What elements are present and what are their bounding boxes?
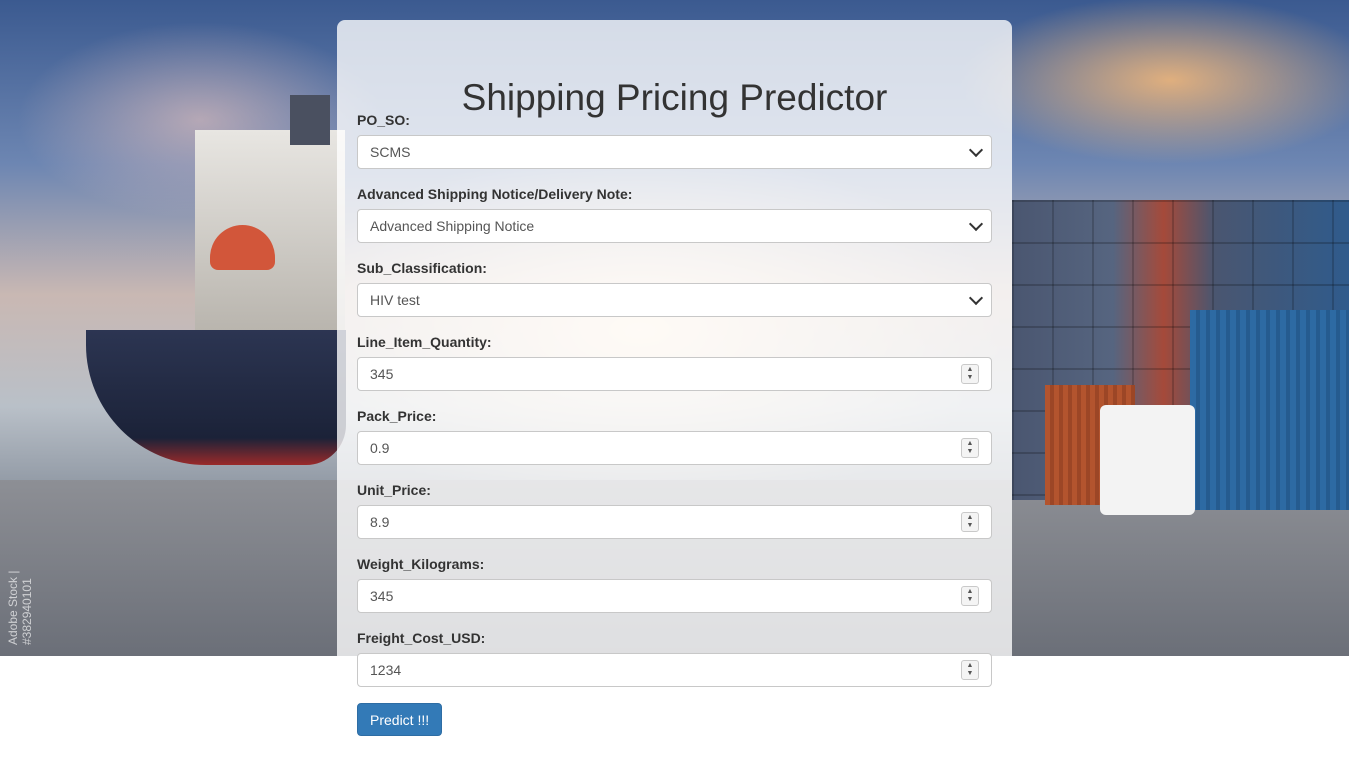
ship-funnel — [290, 95, 330, 145]
po-so-value: SCMS — [370, 144, 411, 160]
freight-cost-field: Freight_Cost_USD: 1234 ▲ ▼ — [357, 628, 992, 687]
po-so-field: PO_SO: SCMS — [357, 110, 992, 169]
freight-cost-input[interactable]: 1234 ▲ ▼ — [357, 653, 992, 687]
pack-price-value: 0.9 — [370, 440, 390, 456]
freight-cost-value: 1234 — [370, 662, 402, 678]
po-so-select[interactable]: SCMS — [357, 135, 992, 169]
weight-kilograms-field: Weight_Kilograms: 345 ▲ ▼ — [357, 554, 992, 613]
sub-classification-value: HIV test — [370, 292, 420, 308]
shipping-notice-select[interactable]: Advanced Shipping Notice — [357, 209, 992, 243]
number-stepper-icon[interactable]: ▲ ▼ — [961, 586, 979, 606]
truck — [1100, 405, 1195, 515]
sub-classification-select[interactable]: HIV test — [357, 283, 992, 317]
unit-price-field: Unit_Price: 8.9 ▲ ▼ — [357, 480, 992, 539]
weight-kilograms-label: Weight_Kilograms: — [357, 556, 485, 572]
unit-price-label: Unit_Price: — [357, 482, 431, 498]
number-stepper-icon[interactable]: ▲ ▼ — [961, 438, 979, 458]
chevron-down-icon — [968, 290, 984, 306]
ship-superstructure — [195, 130, 345, 330]
sub-classification-label: Sub_Classification: — [357, 260, 487, 276]
po-so-label: PO_SO: — [357, 112, 410, 128]
unit-price-input[interactable]: 8.9 ▲ ▼ — [357, 505, 992, 539]
chevron-down-icon — [968, 142, 984, 158]
blue-containers — [1190, 310, 1349, 510]
pack-price-field: Pack_Price: 0.9 ▲ ▼ — [357, 406, 992, 465]
shipping-notice-label: Advanced Shipping Notice/Delivery Note: — [357, 186, 633, 202]
line-item-quantity-input[interactable]: 345 ▲ ▼ — [357, 357, 992, 391]
number-stepper-icon[interactable]: ▲ ▼ — [961, 512, 979, 532]
number-stepper-icon[interactable]: ▲ ▼ — [961, 364, 979, 384]
number-stepper-icon[interactable]: ▲ ▼ — [961, 660, 979, 680]
pack-price-label: Pack_Price: — [357, 408, 437, 424]
shipping-notice-value: Advanced Shipping Notice — [370, 218, 535, 234]
ship-hull — [86, 330, 346, 465]
freight-cost-label: Freight_Cost_USD: — [357, 630, 486, 646]
pack-price-input[interactable]: 0.9 ▲ ▼ — [357, 431, 992, 465]
stock-watermark: Adobe Stock | #382940101 — [6, 570, 34, 646]
weight-kilograms-input[interactable]: 345 ▲ ▼ — [357, 579, 992, 613]
weight-kilograms-value: 345 — [370, 588, 394, 604]
line-item-quantity-value: 345 — [370, 366, 394, 382]
shipping-notice-field: Advanced Shipping Notice/Delivery Note: … — [357, 184, 992, 243]
chevron-down-icon — [968, 216, 984, 232]
unit-price-value: 8.9 — [370, 514, 390, 530]
line-item-quantity-field: Line_Item_Quantity: 345 ▲ ▼ — [357, 332, 992, 391]
prediction-form-card: Shipping Pricing Predictor PO_SO: SCMS A… — [337, 20, 1012, 760]
predict-button[interactable]: Predict !!! — [357, 703, 443, 736]
sub-classification-field: Sub_Classification: HIV test — [357, 258, 992, 317]
line-item-quantity-label: Line_Item_Quantity: — [357, 334, 492, 350]
